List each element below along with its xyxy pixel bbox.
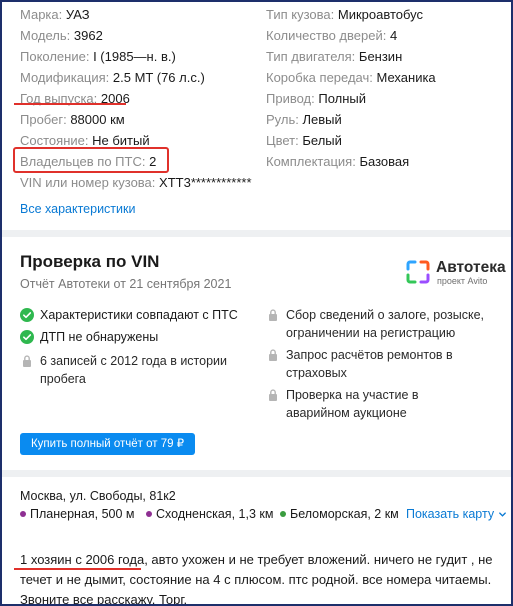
spec-row-color: Цвет: Белый: [266, 133, 342, 148]
spec-row-year: Год выпуска: 2006: [20, 91, 130, 106]
spec-row-brand: Марка: УАЗ: [20, 7, 90, 22]
description-lead: 1 хозяин с 2006 года: [20, 552, 145, 567]
listing-description: 1 хозяин с 2006 года, авто ухожен и не т…: [20, 550, 502, 604]
metro-station-planernaya: Планерная, 500 м: [20, 507, 135, 521]
section-divider-bottom: [2, 470, 511, 477]
spec-row-body-type: Тип кузова: Микроавтобус: [266, 7, 424, 22]
spec-row-doors: Количество дверей: 4: [266, 28, 398, 43]
lock-icon: [269, 349, 277, 361]
check-icon: [20, 330, 34, 344]
autoteka-logo-subtext: проект Avito: [437, 276, 488, 286]
metro-station-belomorskaya: Беломорская, 2 км: [280, 507, 399, 521]
spec-row-gearbox: Коробка передач: Механика: [266, 70, 436, 85]
metro-line-dot: [20, 510, 26, 517]
lock-icon: [23, 355, 31, 367]
owners-highlight-box: [13, 147, 169, 173]
autoteka-logo-text: Автотека: [436, 259, 506, 276]
show-map-link[interactable]: Показать карту: [406, 507, 507, 521]
check-icon: [20, 308, 34, 322]
spec-row-model: Модель: 3962: [20, 28, 103, 43]
specs-right-column: Тип кузова: Микроавтобус Количество двер…: [266, 4, 506, 172]
metro-station-skhodnenskaya: Сходненская, 1,3 км: [146, 507, 273, 521]
autoteka-logo: Автотека проект Avito: [406, 260, 506, 288]
metro-line-dot: [280, 510, 286, 517]
year-highlight-underline: [14, 103, 126, 105]
all-specs-link[interactable]: Все характеристики: [20, 202, 135, 216]
vin-check-subtitle: Отчёт Автотеки от 21 сентября 2021: [20, 277, 232, 291]
chevron-down-icon: [498, 512, 506, 518]
spec-row-engine: Тип двигателя: Бензин: [266, 49, 403, 64]
spec-row-mileage: Пробег: 88000 км: [20, 112, 125, 127]
listing-frame: Марка: УАЗ Модель: 3962 Поколение: I (19…: [0, 0, 513, 606]
address: Москва, ул. Свободы, 81к2: [20, 489, 176, 503]
vin-check-title: Проверка по VIN: [20, 252, 160, 271]
lock-icon: [269, 309, 277, 321]
description-highlight-underline: [14, 568, 141, 570]
spec-row-modification: Модификация: 2.5 MT (76 л.с.): [20, 70, 205, 85]
spec-row-drive: Привод: Полный: [266, 91, 367, 106]
metro-line-dot: [146, 510, 152, 517]
buy-full-report-button[interactable]: Купить полный отчёт от 79 ₽: [20, 433, 195, 455]
spec-row-generation: Поколение: I (1985—н. в.): [20, 49, 176, 64]
lock-icon: [269, 389, 277, 401]
spec-row-steering: Руль: Левый: [266, 112, 342, 127]
spec-row-trim: Комплектация: Базовая: [266, 154, 410, 169]
autoteka-logo-icon: [406, 260, 430, 284]
section-divider-top: [2, 230, 511, 237]
spec-row-vin: VIN или номер кузова: XTT3************: [20, 175, 252, 190]
